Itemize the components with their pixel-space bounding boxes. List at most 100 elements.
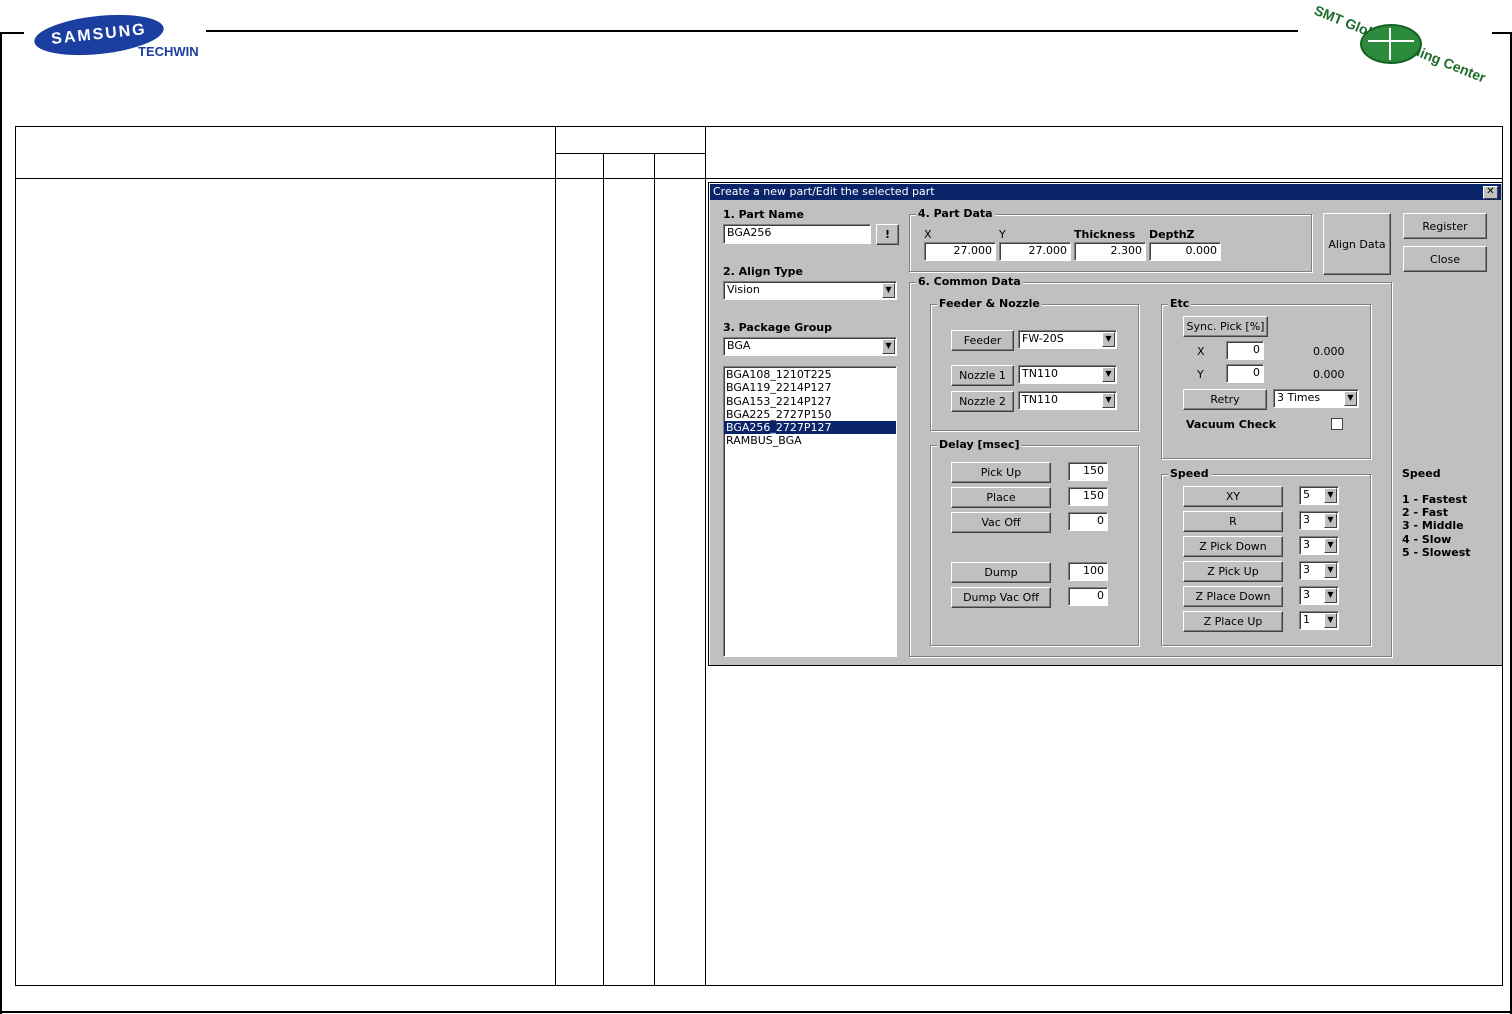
r-speed-select[interactable]: 3 ▼ — [1299, 511, 1339, 530]
package-list[interactable]: BGA108_1210T225 BGA119_2214P127 BGA153_2… — [723, 366, 897, 657]
part-data-y-label: Y — [999, 228, 1006, 241]
pick-up-delay-button[interactable]: Pick Up — [951, 462, 1051, 483]
place-delay-input[interactable]: 150 — [1068, 487, 1108, 506]
chevron-down-icon[interactable]: ▼ — [1324, 488, 1337, 503]
z-pick-down-button[interactable]: Z Pick Down — [1183, 536, 1283, 557]
list-item-selected[interactable]: BGA256_2727P127 — [724, 421, 896, 435]
chevron-down-icon[interactable]: ▼ — [1324, 538, 1337, 553]
delay-title: Delay [msec] — [937, 438, 1022, 451]
z-place-up-button[interactable]: Z Place Up — [1183, 611, 1283, 632]
xy-speed-button[interactable]: XY — [1183, 486, 1283, 507]
vac-off-delay-input[interactable]: 0 — [1068, 512, 1108, 531]
dump-delay-input[interactable]: 100 — [1068, 562, 1108, 581]
nozzle-2-button[interactable]: Nozzle 2 — [951, 391, 1014, 412]
thickness-input[interactable]: 2.300 — [1074, 242, 1146, 261]
register-button[interactable]: Register — [1403, 213, 1487, 239]
nozzle-1-button[interactable]: Nozzle 1 — [951, 365, 1014, 386]
close-button[interactable]: Close — [1403, 246, 1487, 272]
pick-up-delay-input[interactable]: 150 — [1068, 462, 1108, 481]
chevron-down-icon[interactable]: ▼ — [1344, 391, 1357, 406]
common-data-group: 6. Common Data Feeder & Nozzle Feeder FW… — [909, 275, 1392, 657]
z-pick-down-select[interactable]: 3 ▼ — [1299, 536, 1339, 555]
z-place-up-value: 1 — [1303, 613, 1310, 626]
xy-speed-value: 5 — [1303, 488, 1310, 501]
chevron-down-icon[interactable]: ▼ — [882, 283, 895, 298]
part-data-group: 4. Part Data X Y Thickness DepthZ 27.000… — [909, 207, 1312, 272]
sync-pick-button[interactable]: Sync. Pick [%] — [1183, 316, 1268, 337]
etc-title: Etc — [1168, 297, 1192, 310]
package-group-label: 3. Package Group — [723, 321, 832, 334]
globe-icon — [1360, 24, 1422, 64]
z-place-down-value: 3 — [1303, 588, 1310, 601]
list-item[interactable]: BGA108_1210T225 — [724, 368, 896, 381]
z-place-up-select[interactable]: 1 ▼ — [1299, 611, 1339, 630]
vac-off-delay-button[interactable]: Vac Off — [951, 512, 1051, 533]
table-header-divider — [15, 178, 1503, 179]
speed-legend-item: 2 - Fast — [1402, 506, 1448, 519]
nozzle-2-select[interactable]: TN110 ▼ — [1018, 391, 1117, 410]
retry-button[interactable]: Retry — [1183, 389, 1267, 410]
table-col-1 — [555, 126, 556, 985]
feeder-button[interactable]: Feeder — [951, 330, 1014, 351]
chevron-down-icon[interactable]: ▼ — [882, 339, 895, 354]
place-delay-button[interactable]: Place — [951, 487, 1051, 508]
chevron-down-icon[interactable]: ▼ — [1102, 367, 1115, 382]
frame-bottom — [0, 1011, 1512, 1013]
close-icon[interactable]: ✕ — [1483, 186, 1498, 199]
thickness-label: Thickness — [1074, 228, 1136, 241]
part-data-label: 4. Part Data — [916, 207, 995, 220]
depthz-input[interactable]: 0.000 — [1149, 242, 1221, 261]
z-pick-up-button[interactable]: Z Pick Up — [1183, 561, 1283, 582]
nozzle-1-value: TN110 — [1022, 367, 1058, 380]
chevron-down-icon[interactable]: ▼ — [1324, 513, 1337, 528]
part-name-lookup-button[interactable]: ! — [876, 224, 899, 245]
package-group-select[interactable]: BGA ▼ — [723, 337, 897, 356]
align-type-label: 2. Align Type — [723, 265, 803, 278]
dump-vac-off-input[interactable]: 0 — [1068, 587, 1108, 606]
delay-group: Delay [msec] Pick Up 150 Place 150 Vac O… — [930, 438, 1139, 646]
feeder-nozzle-group: Feeder & Nozzle Feeder FW-20S ▼ Nozzle 1… — [930, 297, 1139, 431]
retry-select[interactable]: 3 Times ▼ — [1273, 389, 1359, 408]
dialog-titlebar[interactable]: Create a new part/Edit the selected part… — [710, 184, 1501, 200]
list-item[interactable]: BGA119_2214P127 — [724, 381, 896, 394]
vacuum-check-label: Vacuum Check — [1186, 418, 1277, 431]
vacuum-check-checkbox[interactable] — [1331, 418, 1343, 430]
speed-legend-item: 4 - Slow — [1402, 533, 1452, 546]
r-speed-button[interactable]: R — [1183, 511, 1283, 532]
list-item[interactable]: BGA153_2214P127 — [724, 395, 896, 408]
xy-speed-select[interactable]: 5 ▼ — [1299, 486, 1339, 505]
align-type-select[interactable]: Vision ▼ — [723, 281, 897, 300]
chevron-down-icon[interactable]: ▼ — [1324, 563, 1337, 578]
part-x-input[interactable]: 27.000 — [924, 242, 996, 261]
chevron-down-icon[interactable]: ▼ — [1324, 588, 1337, 603]
etc-group: Etc Sync. Pick [%] X 0 0.000 Y 0 0.000 R… — [1161, 297, 1371, 459]
table-subcol-1 — [603, 153, 604, 985]
sync-x-label: X — [1197, 345, 1205, 358]
table-col-2 — [705, 126, 706, 985]
z-place-down-button[interactable]: Z Place Down — [1183, 586, 1283, 607]
dump-vac-off-button[interactable]: Dump Vac Off — [951, 587, 1051, 608]
sync-x-input[interactable]: 0 — [1226, 341, 1264, 360]
z-pick-up-select[interactable]: 3 ▼ — [1299, 561, 1339, 580]
align-data-button[interactable]: Align Data — [1323, 213, 1391, 275]
chevron-down-icon[interactable]: ▼ — [1102, 332, 1115, 347]
chevron-down-icon[interactable]: ▼ — [1324, 613, 1337, 628]
depthz-label: DepthZ — [1149, 228, 1195, 241]
nozzle-1-select[interactable]: TN110 ▼ — [1018, 365, 1117, 384]
dump-delay-button[interactable]: Dump — [951, 562, 1051, 583]
training-center-logo: SMT Global Training Center — [1312, 2, 1488, 86]
chevron-down-icon[interactable]: ▼ — [1102, 393, 1115, 408]
feeder-value: FW-20S — [1022, 332, 1064, 345]
part-y-input[interactable]: 27.000 — [999, 242, 1071, 261]
list-item[interactable]: RAMBUS_BGA — [724, 434, 896, 447]
package-group-value: BGA — [727, 339, 751, 352]
sync-y-input[interactable]: 0 — [1226, 364, 1264, 383]
list-item[interactable]: BGA225_2727P150 — [724, 408, 896, 421]
align-type-value: Vision — [727, 283, 760, 296]
speed-legend-item: 5 - Slowest — [1402, 546, 1471, 559]
z-pick-up-value: 3 — [1303, 563, 1310, 576]
z-place-down-select[interactable]: 3 ▼ — [1299, 586, 1339, 605]
techwin-text: TECHWIN — [138, 44, 199, 59]
part-name-input[interactable]: BGA256 — [723, 224, 871, 244]
feeder-select[interactable]: FW-20S ▼ — [1018, 330, 1117, 349]
